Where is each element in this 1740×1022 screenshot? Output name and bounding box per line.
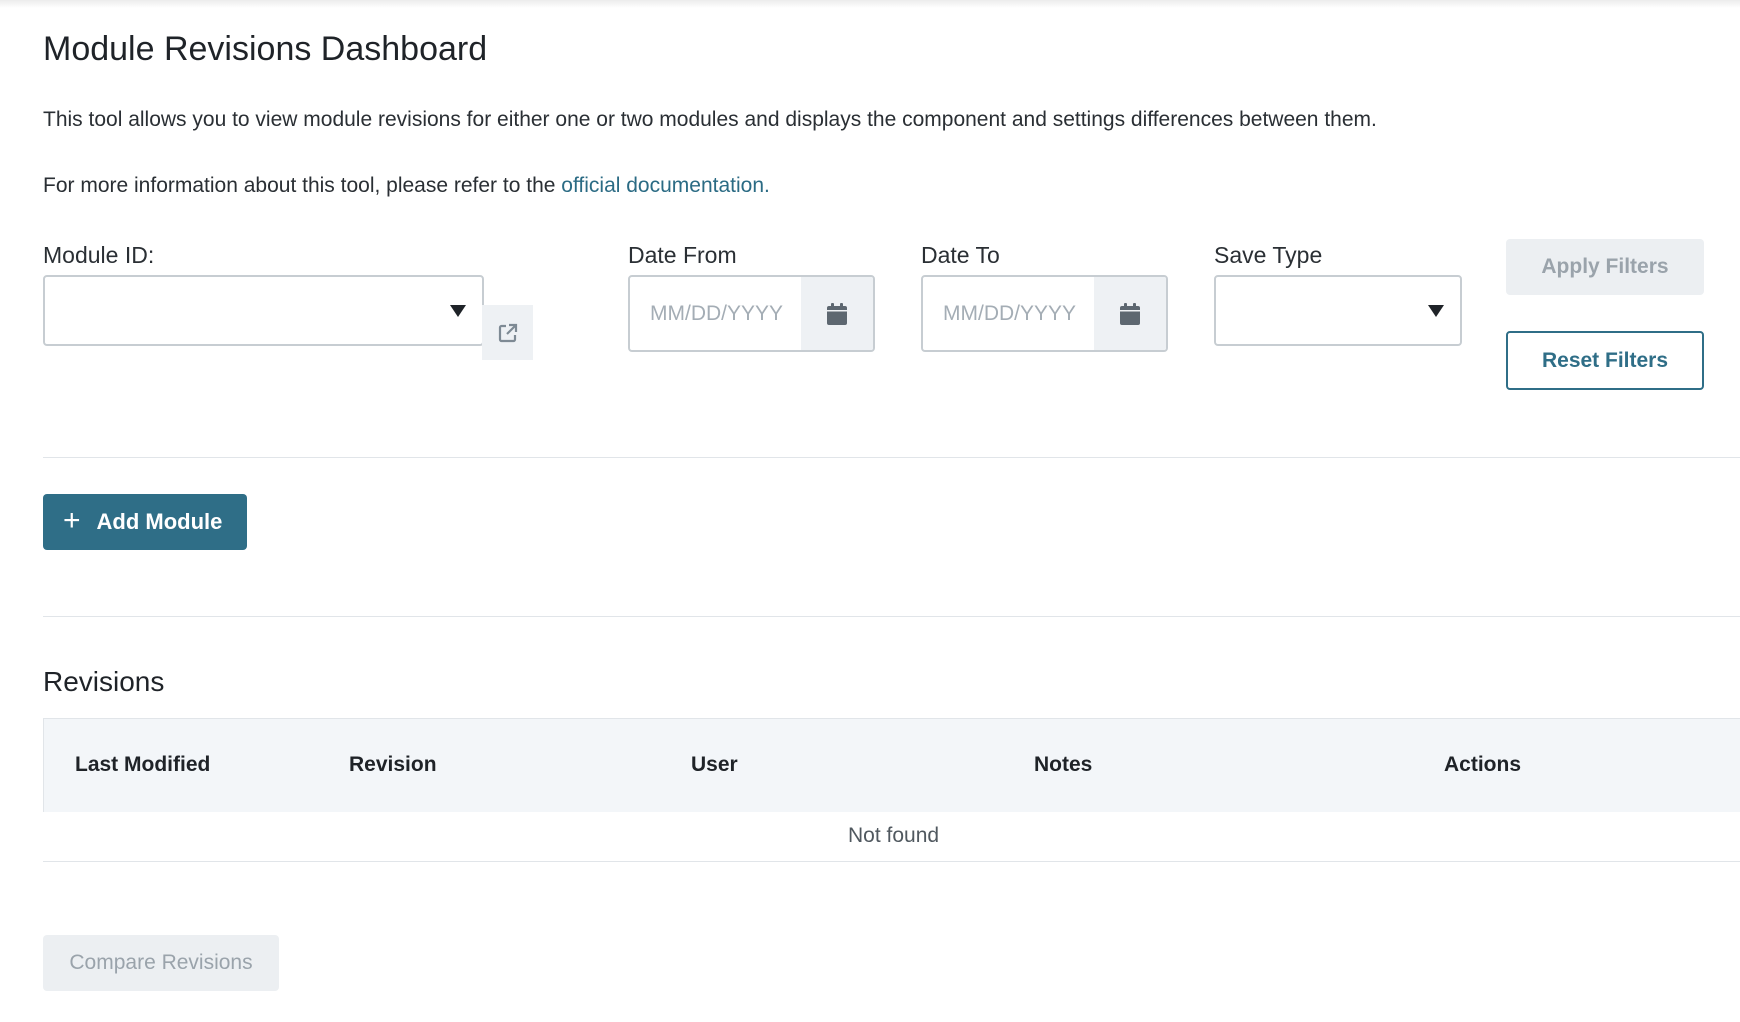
open-module-button[interactable] [482, 305, 533, 360]
date-from-picker: MM/DD/YYYY [628, 275, 875, 352]
page-title: Module Revisions Dashboard [43, 30, 488, 68]
date-from-input[interactable]: MM/DD/YYYY [630, 277, 801, 350]
actions-divider [43, 616, 1740, 617]
save-type-select[interactable] [1214, 275, 1462, 346]
apply-filters-button[interactable]: Apply Filters [1506, 239, 1704, 295]
compare-revisions-button[interactable]: Compare Revisions [43, 935, 279, 991]
module-id-select[interactable] [43, 275, 484, 346]
save-type-label: Save Type [1214, 242, 1323, 268]
reset-filters-button[interactable]: Reset Filters [1506, 331, 1704, 390]
date-from-label: Date From [628, 242, 737, 268]
revisions-table-header: Last Modified Revision User Notes Action… [43, 718, 1740, 812]
caret-down-icon [1428, 304, 1444, 317]
column-header-revision[interactable]: Revision [349, 753, 437, 777]
more-info-text: For more information about this tool, pl… [43, 174, 770, 198]
calendar-icon [827, 302, 847, 325]
column-header-notes[interactable]: Notes [1034, 753, 1092, 777]
empty-message: Not found [848, 824, 940, 847]
caret-down-icon [450, 304, 466, 317]
page-description: This tool allows you to view module revi… [43, 108, 1377, 131]
plus-icon: + [63, 503, 81, 537]
module-id-label: Module ID: [43, 242, 155, 268]
date-to-picker: MM/DD/YYYY [921, 275, 1168, 352]
revisions-title: Revisions [43, 666, 165, 697]
date-to-input[interactable]: MM/DD/YYYY [923, 277, 1094, 350]
column-header-user[interactable]: User [691, 753, 738, 777]
filters-divider [43, 457, 1740, 458]
date-from-calendar-button[interactable] [801, 277, 873, 350]
date-to-calendar-button[interactable] [1094, 277, 1166, 350]
dashboard-page: Module Revisions Dashboard This tool all… [43, 0, 1740, 1022]
documentation-link[interactable]: official documentation. [561, 174, 770, 197]
external-link-icon [498, 323, 517, 342]
column-header-actions: Actions [1444, 753, 1522, 776]
date-to-label: Date To [921, 242, 1000, 268]
table-empty-row: Not found [43, 812, 1740, 862]
calendar-icon [1120, 302, 1140, 325]
more-info-prefix: For more information about this tool, pl… [43, 174, 562, 197]
add-module-button[interactable]: + Add Module [43, 494, 247, 550]
add-module-label: Add Module [96, 509, 223, 534]
column-header-last-modified[interactable]: Last Modified [75, 753, 210, 777]
